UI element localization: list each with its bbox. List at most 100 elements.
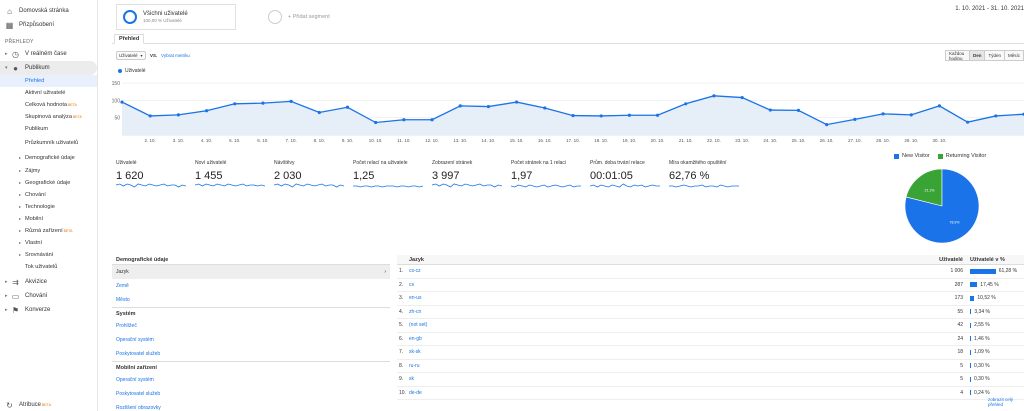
granularity-week[interactable]: Týden <box>984 50 1005 61</box>
sidebar-item-audience[interactable]: Přehled <box>0 75 97 87</box>
language-link[interactable]: zh-cn <box>409 309 927 315</box>
data-point <box>120 100 124 104</box>
language-link[interactable]: sk-sk <box>409 349 927 355</box>
language-link[interactable]: de-de <box>409 390 927 396</box>
metric-card[interactable]: Uživatelé 1 620 <box>116 160 189 192</box>
nav-customize[interactable]: ▦ Přizpůsobení <box>0 18 97 32</box>
sidebar-item-audience[interactable]: Publikum <box>0 123 97 135</box>
metric-label: Prům. doba trvání relace <box>590 160 645 166</box>
language-link[interactable]: cs <box>409 282 927 288</box>
pie-legend-label: New Visitor <box>902 153 930 159</box>
data-point <box>430 118 434 122</box>
demographics-header: Demografické údaje <box>112 255 390 265</box>
caret-right-icon: ▸ <box>19 204 22 209</box>
sidebar-item-audience[interactable]: Aktivní uživatelé <box>0 87 97 99</box>
demographics-link[interactable]: Město <box>112 293 390 307</box>
metric-card[interactable]: Míra okamžitého opuštění 62,76 % <box>669 160 742 192</box>
segment-all-users[interactable]: Všichni uživatelé 100,00 % Uživatelé <box>116 4 236 30</box>
acquisition-icon: ⇉ <box>12 277 19 287</box>
nav-audience[interactable]: ▾ ● Publikum <box>0 61 97 75</box>
language-link[interactable]: en-gb <box>409 336 927 342</box>
add-segment[interactable]: + Přidat segment <box>262 4 382 30</box>
x-tick-label: 6. 10. <box>257 138 268 143</box>
sidebar-item-audience[interactable]: ▸ Vlastní <box>0 237 97 249</box>
data-point <box>571 113 575 118</box>
sidebar-item-label: Publikum <box>25 126 49 132</box>
demographics-link[interactable]: Jazyk › <box>112 265 390 279</box>
legend-swatch-icon <box>937 153 943 159</box>
sidebar-item-audience[interactable]: ▸ Geografické údaje <box>0 177 97 189</box>
row-number: 10. <box>399 389 406 396</box>
sidebar-item-audience[interactable]: ▸ Chování <box>0 189 97 201</box>
sparkline-path <box>590 183 660 188</box>
nav-conversions[interactable]: ▸ ⚑ Konverze <box>0 303 97 317</box>
nav-home[interactable]: ⌂ Domovská stránka <box>0 4 97 18</box>
sidebar-item-audience[interactable]: Celková hodnota BETA <box>0 99 97 111</box>
granularity-hourly[interactable]: Každou hodinu <box>945 50 970 61</box>
granularity-month[interactable]: Měsíc <box>1003 50 1024 61</box>
demographics-link[interactable]: Poskytovatel služeb <box>112 347 390 361</box>
x-tick-label: 9. 10. <box>342 138 353 143</box>
language-link[interactable]: cs-cz <box>409 268 927 274</box>
sparkline-path <box>511 184 581 188</box>
demographics-panel: Demografické údaje Jazyk › Země Město Systé… <box>112 255 390 411</box>
demographics-link[interactable]: Poskytovatel služeb <box>112 387 390 401</box>
pct-value: 17,45 % <box>980 281 999 288</box>
sidebar-item-audience[interactable]: ▸ Zájmy <box>0 165 97 177</box>
demographics-link[interactable]: Rozlišení obrazovky <box>112 401 390 411</box>
show-full-report-link[interactable]: zobrazit celý přehled <box>988 397 1024 407</box>
metric-card[interactable]: Počet stránek na 1 relaci 1,97 <box>511 160 584 192</box>
pct-bar <box>970 309 972 315</box>
x-tick-label: 10. 10. <box>369 138 383 143</box>
metric-card[interactable]: Návštěvy 2 030 <box>274 160 347 192</box>
demographics-link[interactable]: Prohlížeč <box>112 319 390 333</box>
y-tick-label: 100 <box>112 98 120 104</box>
nav-attribution[interactable]: ↻ Atribuce BETA <box>0 398 98 411</box>
sidebar-item-label: Aktivní uživatelé <box>25 90 66 96</box>
language-link[interactable]: (not set) <box>409 322 927 328</box>
users-pct-cell: 1,46 % <box>967 336 1024 342</box>
sidebar-item-audience[interactable]: Tok uživatelů <box>0 261 97 273</box>
tab-overview[interactable]: Přehled <box>114 34 145 44</box>
nav-acquisition[interactable]: ▸ ⇉ Akvizice <box>0 275 97 289</box>
pct-value: 0,30 % <box>974 376 990 383</box>
language-link[interactable]: sk <box>409 376 927 382</box>
language-link[interactable]: en-us <box>409 295 927 301</box>
nav-realtime[interactable]: ▸ ◷ V reálném čase <box>0 47 97 61</box>
sidebar-item-audience[interactable]: ▸ Technologie <box>0 201 97 213</box>
metric-label: Míra okamžitého opuštění <box>669 160 727 166</box>
x-tick-label: 12. 10. <box>425 138 439 143</box>
date-range-picker[interactable]: 1. 10. 2021 - 31. 10. 2021 <box>955 6 1024 12</box>
metric-label: Zobrazení stránek <box>432 160 473 166</box>
metric-card[interactable]: Prům. doba trvání relace 00:01:05 <box>590 160 663 192</box>
metric-card[interactable]: Zobrazení stránek 3 997 <box>432 160 505 192</box>
sidebar-item-audience[interactable]: ▸ Mobilní <box>0 213 97 225</box>
sidebar-item-audience[interactable]: Skupinová analýza BETA <box>0 111 97 123</box>
segment-subtitle: 100,00 % Uživatelé <box>143 18 182 23</box>
language-link[interactable]: ru-ru <box>409 363 927 369</box>
pick-metric-link[interactable]: Vybrat metriku <box>161 53 190 58</box>
data-point <box>768 108 772 112</box>
metric-card[interactable]: Noví uživatelé 1 455 <box>195 160 268 192</box>
users-value: 4 <box>960 389 963 396</box>
sidebar-item-audience[interactable]: ▸ Různá zařízení BETA <box>0 225 97 237</box>
demographics-link[interactable]: Země <box>112 279 390 293</box>
sidebar-item-audience[interactable]: Průzkumník uživatelů <box>0 135 97 150</box>
users-value: 1 006 <box>950 268 963 275</box>
demographics-link[interactable]: Operační systém <box>112 333 390 347</box>
users-value: 42 <box>957 322 963 329</box>
demographics-link[interactable]: Operační systém <box>112 373 390 387</box>
pct-value: 3,34 % <box>974 308 990 315</box>
sidebar-item-label: Přehled <box>25 78 45 84</box>
granularity-day[interactable]: Den <box>968 50 986 61</box>
table-row: 9. sk 5 0,30 % <box>397 373 1024 387</box>
metric-dropdown[interactable]: Uživatelé ▾ <box>116 51 146 60</box>
metric-card[interactable]: Počet relací na uživatele 1,25 <box>353 160 426 192</box>
sidebar-item-audience[interactable]: ▸ Demografické údaje <box>0 150 97 165</box>
x-tick-label: 23. 10. <box>735 138 749 143</box>
sparkline <box>432 183 502 188</box>
sidebar-item-audience[interactable]: ▸ Srovnávání <box>0 249 97 261</box>
table-header: Jazyk Uživatelé Uživatelé v % <box>397 255 1024 265</box>
nav-behavior[interactable]: ▸ ▭ Chování <box>0 289 97 303</box>
legend-series-label: Uživatelé <box>125 68 146 74</box>
